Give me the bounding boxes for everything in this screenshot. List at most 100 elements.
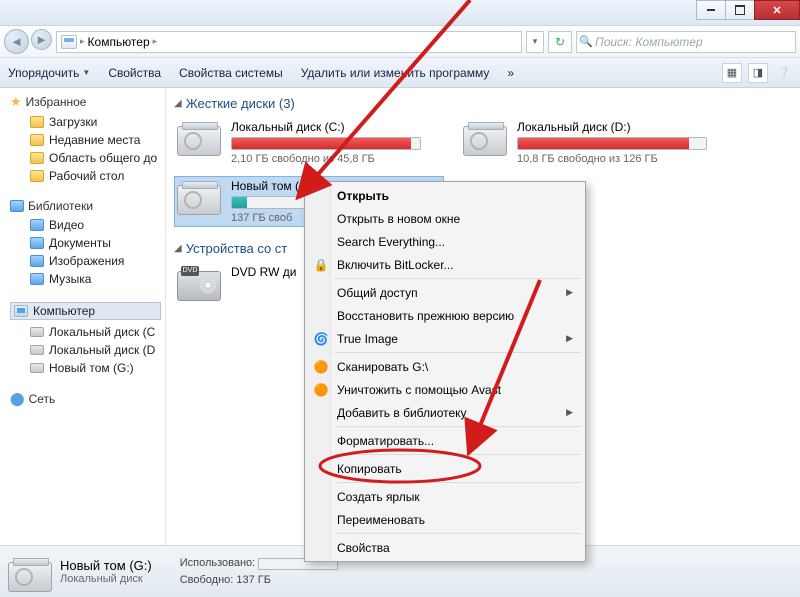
breadcrumb[interactable]: ▸ Компьютер ▸ [56, 31, 522, 53]
sidebar-item-videos[interactable]: Видео [10, 216, 161, 234]
sidebar-item-label: Область общего до [49, 151, 157, 165]
help-button[interactable]: ❔ [774, 63, 794, 83]
menu-item-label: Восстановить прежнюю версию [337, 309, 514, 323]
navigation-pane: ★ Избранное Загрузки Недавние места Облас… [0, 88, 166, 545]
context-menu-item[interactable]: 🔒 Включить BitLocker... [307, 253, 583, 276]
sidebar-item-label: Рабочий стол [49, 169, 124, 183]
sidebar-item-network[interactable]: ⬤ Сеть [10, 391, 161, 407]
menu-item-label: Переименовать [337, 513, 425, 527]
libraries-label: Библиотеки [28, 199, 93, 213]
hdd-icon [177, 126, 221, 156]
dvd-icon [177, 271, 221, 301]
computer-label: Компьютер [33, 304, 95, 318]
computer-icon [14, 305, 28, 317]
chevron-right-icon: ▸ [153, 36, 158, 47]
section-hard-drives[interactable]: ◢ Жесткие диски (3) [174, 96, 792, 111]
context-menu-separator [335, 352, 581, 353]
refresh-button[interactable]: ↻ [548, 31, 572, 53]
sidebar-item-drive-g[interactable]: Новый том (G:) [10, 359, 161, 377]
menu-item-label: Уничтожить с помощью Avast [337, 383, 501, 397]
section-label: Устройства со ст [186, 241, 288, 256]
search-input[interactable]: Поиск: Компьютер [576, 31, 796, 53]
context-menu-item[interactable]: Открыть в новом окне [307, 207, 583, 230]
context-menu-item[interactable]: Свойства [307, 536, 583, 559]
nav-forward-button[interactable]: ► [31, 29, 52, 50]
context-menu-separator [335, 533, 581, 534]
menu-item-label: Свойства [337, 541, 390, 555]
close-button[interactable] [754, 0, 800, 20]
network-icon: ⬤ [10, 391, 25, 407]
history-dropdown-button[interactable]: ▾ [526, 31, 544, 53]
context-menu-item[interactable]: Копировать [307, 457, 583, 480]
sidebar-item-pictures[interactable]: Изображения [10, 252, 161, 270]
uninstall-program-button[interactable]: Удалить или изменить программу [301, 66, 490, 80]
organize-label: Упорядочить [8, 66, 79, 80]
video-icon [30, 219, 44, 231]
context-menu-item[interactable]: 🌀True Image▶ [307, 327, 583, 350]
hdd-icon [8, 562, 52, 592]
sidebar-item-desktop[interactable]: Рабочий стол [10, 167, 161, 185]
sidebar-item-drive-c[interactable]: Локальный диск (C [10, 323, 161, 341]
menu-item-icon: 🌀 [313, 332, 329, 346]
drive-d[interactable]: Локальный диск (D:) 10,8 ГБ свободно из … [460, 117, 730, 168]
organize-button[interactable]: Упорядочить ▼ [8, 66, 90, 80]
chevron-down-icon: ◢ [174, 98, 182, 109]
sidebar-item-label: Новый том (G:) [49, 361, 134, 375]
minimize-button[interactable] [696, 0, 726, 20]
context-menu-item[interactable]: Создать ярлык [307, 485, 583, 508]
menu-item-label: Включить BitLocker... [337, 258, 454, 272]
sidebar-item-documents[interactable]: Документы [10, 234, 161, 252]
sidebar-item-computer[interactable]: Компьютер [10, 302, 161, 320]
sidebar-item-downloads[interactable]: Загрузки [10, 113, 161, 131]
chevron-down-icon: ◢ [174, 243, 182, 254]
drive-subtext: 10,8 ГБ свободно из 126 ГБ [517, 153, 727, 165]
drive-icon [30, 327, 44, 337]
submenu-arrow-icon: ▶ [566, 287, 573, 298]
usage-meter [231, 137, 421, 150]
sidebar-item-public[interactable]: Область общего до [10, 149, 161, 167]
context-menu-item[interactable]: Search Everything... [307, 230, 583, 253]
chevron-right-icon: ▸ [80, 36, 85, 47]
context-menu-item[interactable]: Общий доступ▶ [307, 281, 583, 304]
picture-icon [30, 255, 44, 267]
sidebar-item-recent[interactable]: Недавние места [10, 131, 161, 149]
context-menu-item[interactable]: 🟠 Сканировать G:\ [307, 355, 583, 378]
hdd-icon [177, 185, 221, 215]
menu-item-label: True Image [337, 332, 398, 346]
menu-item-label: Сканировать G:\ [337, 360, 428, 374]
menu-item-icon: 🟠 [313, 360, 329, 374]
menu-item-label: Открыть в новом окне [337, 212, 460, 226]
menu-item-label: Копировать [337, 462, 402, 476]
context-menu-separator [335, 278, 581, 279]
context-menu-item[interactable]: Восстановить прежнюю версию [307, 304, 583, 327]
maximize-button[interactable] [725, 0, 755, 20]
context-menu-item[interactable]: 🟠 Уничтожить с помощью Avast [307, 378, 583, 401]
drive-c[interactable]: Локальный диск (C:) 2,10 ГБ свободно из … [174, 117, 444, 168]
toolbar-overflow-button[interactable]: » [507, 66, 514, 80]
sidebar-item-drive-d[interactable]: Локальный диск (D [10, 341, 161, 359]
context-menu-item[interactable]: Открыть [307, 184, 583, 207]
toolbar: Упорядочить ▼ Свойства Свойства системы … [0, 58, 800, 88]
star-icon: ★ [10, 94, 22, 110]
context-menu-item[interactable]: Переименовать [307, 508, 583, 531]
view-options-button[interactable]: ▦ [722, 63, 742, 83]
sidebar-group-favorites[interactable]: ★ Избранное [10, 94, 161, 110]
nav-back-button[interactable]: ◄ [4, 29, 29, 54]
breadcrumb-item[interactable]: Компьютер [88, 35, 150, 49]
sidebar-item-music[interactable]: Музыка [10, 270, 161, 288]
footer-name: Новый том (G:) [60, 558, 152, 573]
context-menu-item[interactable]: Форматировать... [307, 429, 583, 452]
sidebar-group-libraries[interactable]: Библиотеки [10, 199, 161, 213]
sidebar-item-label: Изображения [49, 254, 124, 268]
context-menu-item[interactable]: Добавить в библиотеку▶ [307, 401, 583, 424]
properties-button[interactable]: Свойства [108, 66, 161, 80]
menu-item-icon: 🟠 [313, 383, 329, 397]
system-properties-button[interactable]: Свойства системы [179, 66, 283, 80]
sidebar-item-label: Локальный диск (D [49, 343, 155, 357]
preview-pane-button[interactable]: ◨ [748, 63, 768, 83]
network-label: Сеть [29, 392, 56, 406]
footer-type: Локальный диск [60, 573, 152, 585]
context-menu-separator [335, 482, 581, 483]
favorites-label: Избранное [26, 95, 87, 109]
menu-item-icon: 🔒 [313, 258, 329, 272]
